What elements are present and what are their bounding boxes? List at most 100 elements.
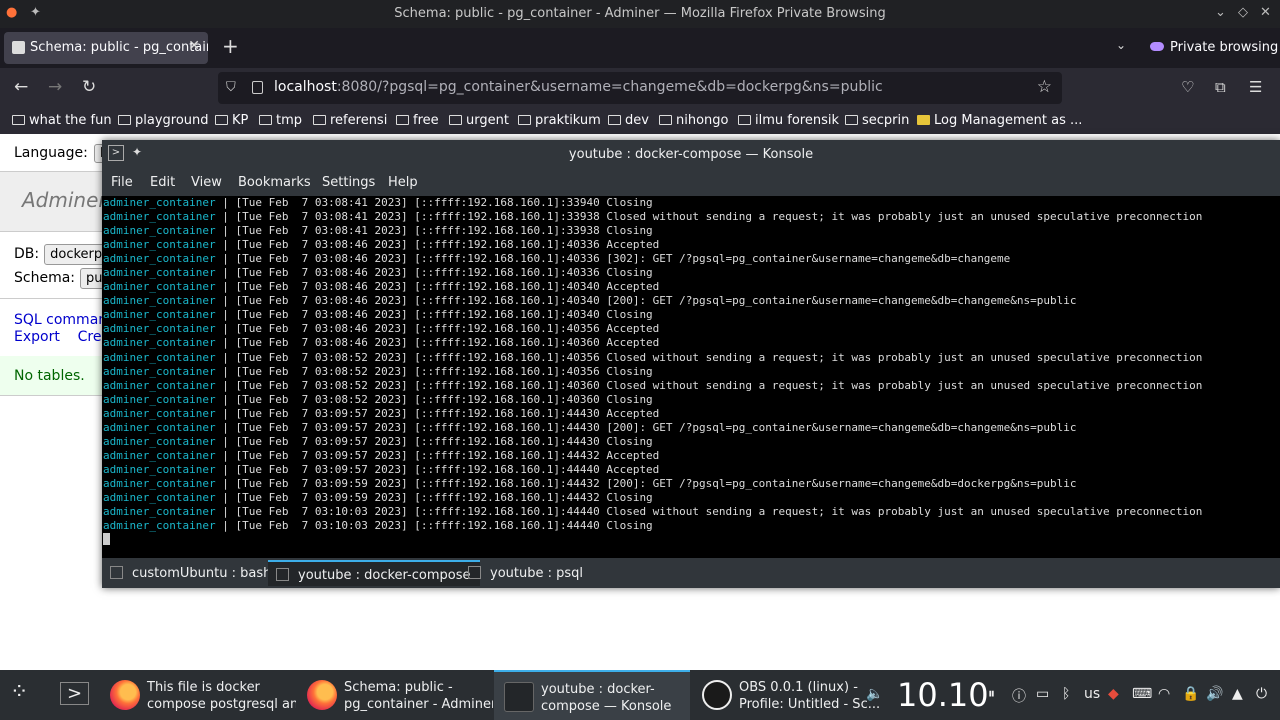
terminal-output[interactable]: adminer_container | [Tue Feb 7 03:08:41 … — [102, 196, 1280, 558]
firefox-titlebar: ● ✦ Schema: public - pg_container - Admi… — [0, 0, 1280, 28]
konsole-tab-psql[interactable]: youtube : psql — [460, 560, 593, 586]
konsole-tab-bash[interactable]: customUbuntu : bash — [102, 560, 281, 586]
bookmark-folder[interactable]: tmp — [259, 113, 302, 128]
menu-view[interactable]: View — [191, 175, 222, 190]
folder-icon — [449, 115, 462, 125]
menu-help[interactable]: Help — [388, 175, 418, 190]
log-line: adminer_container | [Tue Feb 7 03:08:52 … — [103, 393, 1280, 407]
log-line: adminer_container | [Tue Feb 7 03:09:57 … — [103, 421, 1280, 435]
bookmark-folder[interactable]: KP — [215, 113, 248, 128]
task-obs[interactable]: OBS 0.0.1 (linux) - Profile: Untitled - S… — [692, 670, 888, 720]
log-service: adminer_container — [103, 519, 216, 533]
log-service: adminer_container — [103, 210, 216, 224]
display-icon[interactable]: ▭ — [1036, 686, 1049, 702]
bookmark-log-management[interactable]: Log Management as ... — [917, 113, 1082, 128]
close-tab-icon[interactable]: ✕ — [188, 38, 200, 54]
export-link[interactable]: Export — [14, 329, 60, 345]
bookmark-label: ilmu forensik — [755, 113, 839, 128]
url-bar[interactable]: ⛉ localhost:8080/?pgsql=pg_container&use… — [218, 72, 1062, 104]
bookmark-folder[interactable]: nihongo — [659, 113, 729, 128]
volume-icon[interactable]: 🔊 — [1206, 686, 1223, 702]
log-service: adminer_container — [103, 462, 216, 476]
menu-file[interactable]: File — [111, 175, 133, 190]
log-text: | [Tue Feb 7 03:08:46 2023] [::ffff:192.… — [215, 238, 660, 252]
minimize-icon[interactable]: ⌄ — [1215, 5, 1226, 20]
tab-label: youtube : docker-compose — [298, 568, 471, 583]
log-line: adminer_container | [Tue Feb 7 03:08:41 … — [103, 224, 1280, 238]
browser-tab[interactable]: Schema: public - pg_container - Adminer … — [4, 32, 208, 64]
language-label: Language: — [14, 145, 88, 161]
bookmark-star-icon[interactable]: ☆ — [1037, 77, 1052, 97]
bookmark-folder[interactable]: playground — [118, 113, 209, 128]
info-icon[interactable]: ⓘ — [1012, 686, 1026, 706]
lock-icon[interactable]: 🔒 — [1182, 686, 1199, 702]
konsole-menubar: File Edit View Bookmarks Settings Help — [102, 168, 1280, 196]
window-title: Schema: public - pg_container - Adminer … — [394, 6, 886, 21]
bluetooth-icon[interactable]: ᛒ — [1062, 686, 1070, 702]
log-service: adminer_container — [103, 490, 216, 504]
konsole-tab-docker-compose[interactable]: youtube : docker-compose — [268, 560, 481, 586]
log-line: adminer_container | [Tue Feb 7 03:08:46 … — [103, 294, 1280, 308]
log-service: adminer_container — [103, 294, 216, 308]
close-window-icon[interactable]: ✕ — [1260, 5, 1271, 20]
private-browsing-indicator: Private browsing — [1150, 40, 1278, 55]
speaker-icon[interactable]: 🔈 — [866, 686, 883, 702]
task-konsole[interactable]: youtube : docker-compose — Konsole — [494, 670, 690, 720]
konsole-icon — [504, 682, 534, 712]
log-service: adminer_container — [103, 252, 216, 266]
bookmark-folder[interactable]: free — [396, 113, 439, 128]
log-service: adminer_container — [103, 322, 216, 336]
power-icon[interactable]: ⏻ — [1256, 686, 1267, 702]
bookmark-folder[interactable]: what the fun — [12, 113, 112, 128]
task-firefox-docker[interactable]: This file is docker compose postgresql an… — [100, 670, 296, 720]
firefox-icon — [110, 680, 140, 710]
network-manager-icon[interactable]: ◆ — [1108, 686, 1119, 702]
maximize-icon[interactable]: ◇ — [1238, 5, 1248, 20]
log-line: adminer_container | [Tue Feb 7 03:08:46 … — [103, 336, 1280, 350]
bookmark-folder[interactable]: urgent — [449, 113, 509, 128]
forward-icon[interactable]: → — [48, 77, 62, 97]
firefox-navbar: ← → ↻ ⛉ localhost:8080/?pgsql=pg_contain… — [0, 68, 1280, 108]
chevron-down-icon[interactable]: ⌄ — [1116, 38, 1126, 52]
adminer-favicon-icon — [12, 41, 25, 54]
bookmark-folder[interactable]: referensi — [313, 113, 387, 128]
konsole-launcher-icon[interactable]: > — [60, 682, 90, 705]
terminal-icon — [110, 566, 123, 579]
reload-icon[interactable]: ↻ — [82, 77, 96, 97]
bookmark-folder[interactable]: dev — [608, 113, 649, 128]
adminer-brand[interactable]: Adminer — [22, 188, 107, 212]
log-line: adminer_container | [Tue Feb 7 03:09:57 … — [103, 463, 1280, 477]
bookmark-folder[interactable]: secprin — [845, 113, 909, 128]
log-service: adminer_container — [103, 336, 216, 350]
bookmark-folder[interactable]: praktikum — [518, 113, 601, 128]
back-icon[interactable]: ← — [14, 77, 28, 97]
new-tab-icon[interactable]: + — [222, 34, 239, 58]
log-text: | [Tue Feb 7 03:09:57 2023] [::ffff:192.… — [215, 462, 660, 476]
bookmark-label: playground — [135, 113, 209, 128]
menu-edit[interactable]: Edit — [150, 175, 175, 190]
sql-command-link[interactable]: SQL command — [14, 312, 116, 328]
log-line: adminer_container | [Tue Feb 7 03:10:03 … — [103, 519, 1280, 533]
log-text: | [Tue Feb 7 03:08:46 2023] [::ffff:192.… — [215, 336, 660, 350]
clock[interactable]: 10.10 — [897, 676, 989, 714]
log-service: adminer_container — [103, 350, 216, 364]
log-line: adminer_container | [Tue Feb 7 03:08:46 … — [103, 322, 1280, 336]
pocket-icon[interactable]: ♡ — [1181, 78, 1194, 96]
app-launcher-icon[interactable]: ⁘ — [10, 680, 28, 705]
page-info-icon[interactable] — [252, 81, 263, 94]
extensions-icon[interactable]: ⧉ — [1215, 78, 1226, 96]
menu-bookmarks[interactable]: Bookmarks — [238, 175, 311, 190]
wifi-icon[interactable]: ◠ — [1158, 686, 1170, 702]
task-firefox-adminer[interactable]: Schema: public - pg_container - Adminer .… — [297, 670, 493, 720]
log-service: adminer_container — [103, 266, 216, 280]
bookmark-folder[interactable]: ilmu forensik — [738, 113, 839, 128]
menu-icon[interactable]: ☰ — [1249, 78, 1262, 96]
keyboard-layout[interactable]: us — [1084, 686, 1100, 702]
task-line1: Schema: public - — [344, 680, 453, 695]
keyboard-icon[interactable]: ⌨ — [1132, 686, 1152, 702]
shield-icon[interactable]: ⛉ — [226, 80, 236, 95]
menu-settings[interactable]: Settings — [322, 175, 375, 190]
tray-expand-icon[interactable]: ▲ — [1232, 686, 1243, 702]
pause-icon[interactable]: ⏸ — [988, 686, 995, 702]
log-text: | [Tue Feb 7 03:08:46 2023] [::ffff:192.… — [215, 322, 660, 336]
